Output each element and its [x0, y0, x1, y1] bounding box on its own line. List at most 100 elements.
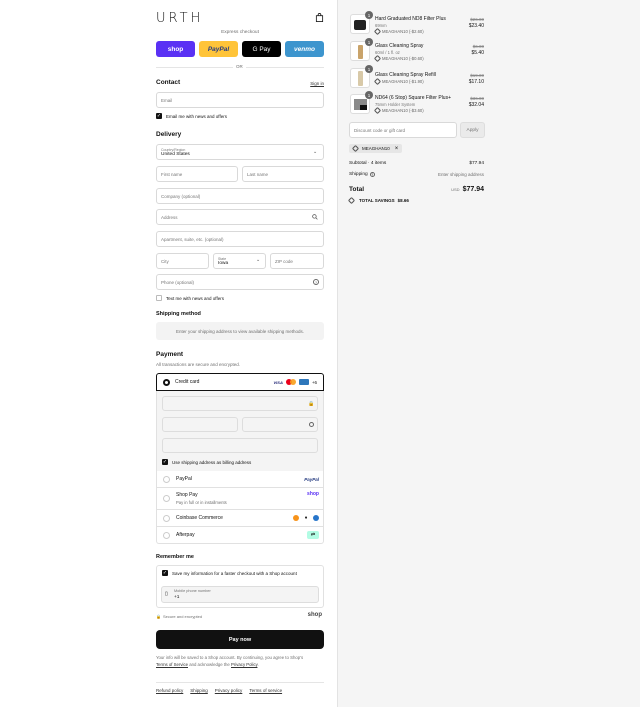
- product-discount: MEAGHAN10 (-$2.60): [382, 29, 424, 34]
- discount-tag-icon: [351, 144, 360, 153]
- original-price: $26.00: [470, 17, 484, 22]
- product-discount: MEAGHAN10 (-$3.60): [382, 108, 424, 113]
- first-name-field[interactable]: First name: [156, 166, 238, 182]
- savings-tag-icon: [347, 196, 356, 205]
- help-icon[interactable]: ?: [313, 279, 319, 285]
- total-value: $77.94: [462, 186, 484, 193]
- mobile-phone-value: +1: [174, 595, 180, 600]
- help-icon[interactable]: [309, 422, 314, 427]
- subtotal-value: $77.94: [469, 161, 484, 166]
- coinbase-radio[interactable]: [163, 514, 170, 522]
- original-price: $19.00: [470, 73, 484, 78]
- text-news-checkbox[interactable]: [156, 295, 162, 301]
- discount-tag-icon: [373, 106, 382, 115]
- cart-bag-icon[interactable]: [315, 13, 324, 22]
- applied-discount-chip: MEAGHAN10 ×: [349, 144, 403, 153]
- shop-pay-label: Shop Pay: [176, 492, 198, 498]
- afterpay-label: Afterpay: [176, 532, 195, 538]
- shop-pay-express-button[interactable]: shop: [156, 41, 195, 57]
- privacy-link[interactable]: Privacy Policy: [231, 662, 257, 667]
- paypal-label: PayPal: [176, 476, 192, 482]
- footer-divider: [156, 682, 324, 683]
- privacy-policy-link[interactable]: Privacy policy: [215, 688, 243, 693]
- or-label: OR: [233, 64, 246, 69]
- email-field[interactable]: Email: [156, 92, 324, 108]
- paypal-radio[interactable]: [163, 475, 170, 483]
- billing-same-checkbox[interactable]: ✓: [162, 459, 168, 465]
- credit-card-radio[interactable]: [163, 378, 170, 386]
- expiration-field[interactable]: [162, 417, 238, 432]
- city-field[interactable]: City: [156, 253, 209, 269]
- shop-pay-option[interactable]: Shop Pay Pay in full or in installments …: [156, 488, 324, 510]
- bitcoin-icon: [293, 515, 299, 521]
- apply-button[interactable]: Apply: [460, 122, 485, 138]
- legal-text: Your info will be saved to a Shop accoun…: [156, 654, 324, 668]
- product-name: Hard Graduated ND8 Filter Plus: [375, 16, 446, 22]
- product-price: $32.04: [468, 102, 484, 108]
- credit-card-option[interactable]: Credit card VISA +6: [156, 373, 324, 391]
- address-field[interactable]: Address: [156, 209, 324, 225]
- credit-card-label: Credit card: [175, 379, 200, 385]
- paypal-option[interactable]: PayPal PayPal: [156, 471, 324, 488]
- product-discount: MEAGHAN10 (-$1.90): [382, 79, 424, 84]
- state-value: Iowa: [218, 260, 229, 266]
- terms-link[interactable]: Terms of Service: [156, 662, 188, 667]
- currency-code: USD: [451, 187, 460, 192]
- discount-tag-icon: [373, 77, 382, 86]
- quantity-badge: 1: [365, 11, 373, 19]
- chevron-down-icon: ⌄: [313, 149, 318, 155]
- country-value: United States: [161, 151, 190, 157]
- afterpay-option[interactable]: Afterpay ⇄: [156, 527, 324, 544]
- country-select[interactable]: Country/Region United States: [156, 144, 324, 160]
- security-code-field[interactable]: [242, 417, 318, 432]
- phone-field[interactable]: Phone (optional): [156, 274, 324, 290]
- shop-logo: shop: [307, 612, 322, 618]
- coinbase-option[interactable]: Coinbase Commerce ♦: [156, 510, 324, 527]
- google-pay-express-button[interactable]: G Pay: [242, 41, 281, 57]
- shop-pay-sub: Pay in full or in installments: [176, 500, 227, 505]
- last-name-field[interactable]: Last name: [242, 166, 324, 182]
- zip-field[interactable]: ZIP code: [270, 253, 324, 269]
- venmo-express-button[interactable]: venmo: [285, 41, 324, 57]
- name-on-card-field[interactable]: [162, 438, 318, 453]
- afterpay-radio[interactable]: [163, 531, 170, 539]
- afterpay-icon: ⇄: [307, 531, 319, 539]
- product-thumbnail: 1: [350, 11, 373, 34]
- help-icon[interactable]: ?: [369, 172, 375, 177]
- save-info-checkbox[interactable]: ✓: [162, 570, 168, 576]
- legal-and: and acknowledge the: [188, 662, 232, 667]
- subtotal-label: Subtotal · 4 items: [349, 161, 387, 166]
- lock-icon: 🔒: [156, 614, 161, 619]
- footer-links: Refund policy Shipping Privacy policy Te…: [156, 688, 282, 693]
- legal-text-1: Your info will be saved to a Shop accoun…: [156, 655, 304, 660]
- visa-icon: VISA: [273, 379, 283, 385]
- store-logo[interactable]: URTH: [156, 11, 203, 26]
- payment-heading: Payment: [156, 351, 184, 358]
- discount-tag-icon: [373, 27, 382, 36]
- mobile-phone-label: Mobile phone number: [174, 589, 211, 593]
- applied-discount-code: MEAGHAN10: [362, 146, 390, 151]
- product-price: $23.40: [468, 23, 484, 29]
- product-variant: 60ml / 1 fl. oz: [375, 50, 400, 55]
- quantity-badge: 1: [365, 38, 373, 46]
- sign-in-link[interactable]: Sign in: [310, 81, 324, 86]
- close-icon[interactable]: ×: [395, 146, 399, 152]
- apartment-field[interactable]: Apartment, suite, etc. (optional): [156, 231, 324, 247]
- original-price: $6.00: [472, 44, 484, 49]
- discount-code-field[interactable]: Discount code or gift card: [349, 122, 457, 138]
- company-field[interactable]: Company (optional): [156, 188, 324, 204]
- shop-pay-radio[interactable]: [163, 495, 170, 502]
- product-discount: MEAGHAN10 (-$0.60): [382, 56, 424, 61]
- card-number-field[interactable]: [162, 396, 318, 411]
- usdc-icon: [313, 515, 319, 521]
- paypal-express-button[interactable]: PayPal: [199, 41, 238, 57]
- pay-now-button[interactable]: Pay now: [156, 630, 324, 649]
- refund-policy-link[interactable]: Refund policy: [156, 688, 183, 693]
- product-name: Glass Cleaning Spray Refill: [375, 72, 436, 78]
- product-thumbnail: 1: [350, 65, 373, 88]
- terms-of-service-link[interactable]: Terms of service: [249, 688, 282, 693]
- shop-logo: shop: [307, 491, 319, 497]
- shipping-link[interactable]: Shipping: [190, 688, 208, 693]
- news-checkbox[interactable]: ✓: [156, 113, 162, 119]
- shipping-label: Shipping: [349, 172, 368, 177]
